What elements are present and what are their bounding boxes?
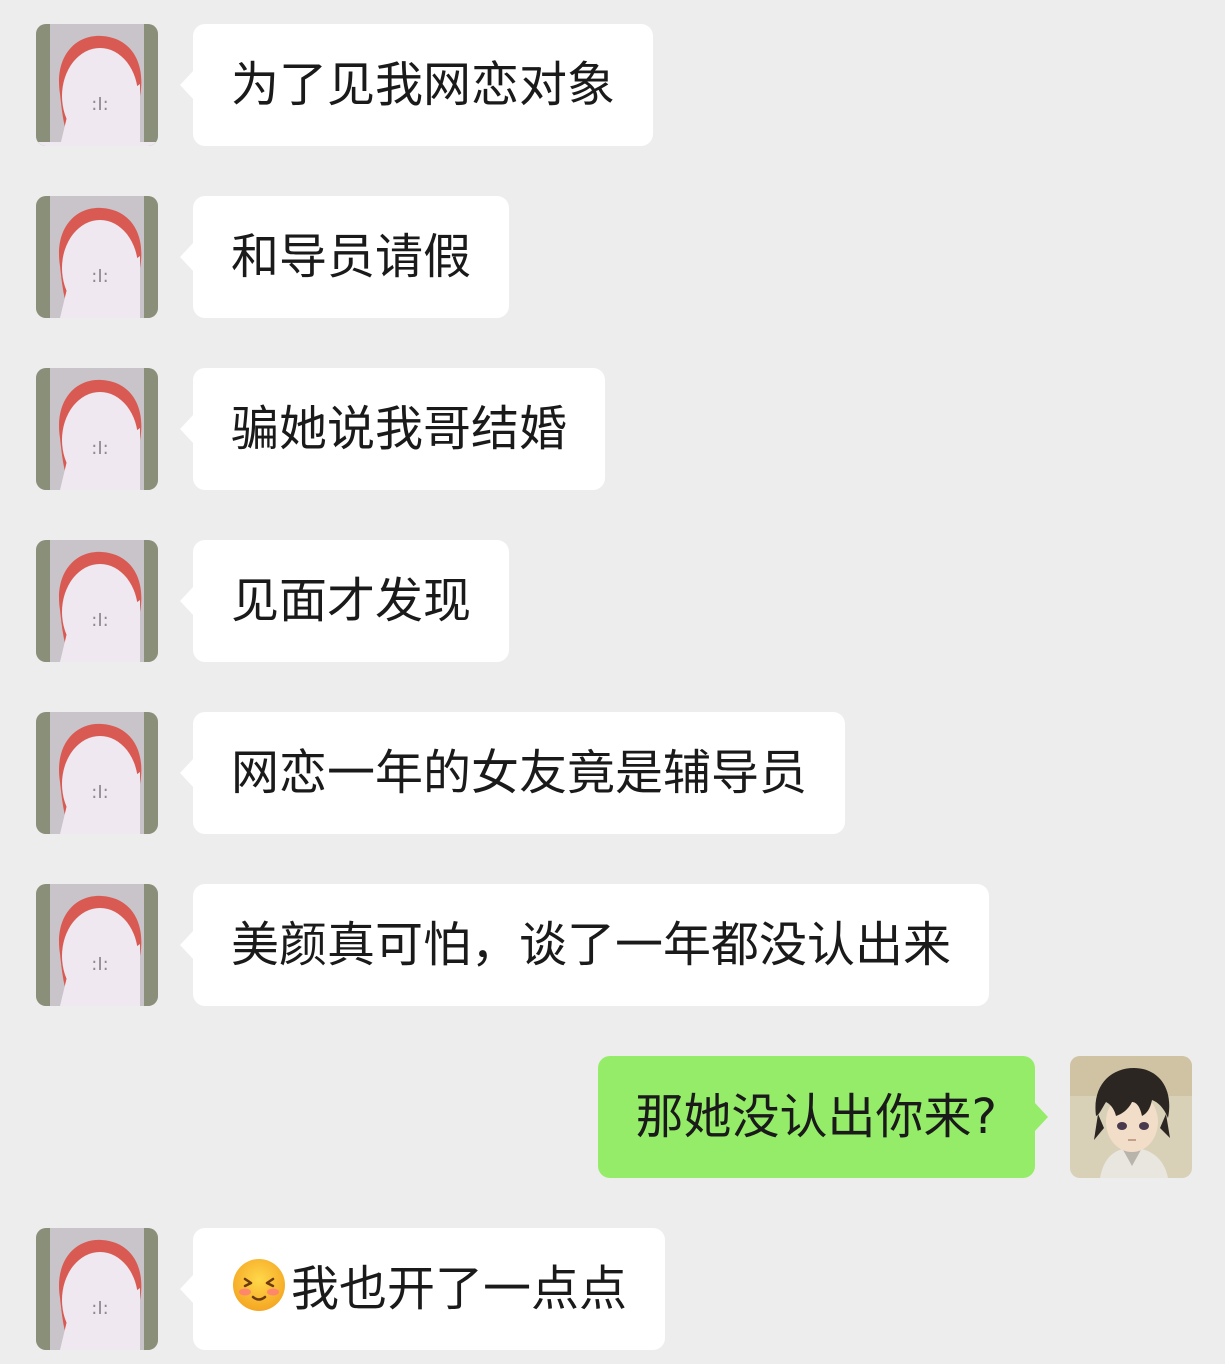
svg-text::I:: :I: (91, 1298, 108, 1319)
contact-avatar[interactable]: :I: (36, 884, 158, 1006)
message-bubble[interactable]: 见面才发现 (179, 540, 510, 662)
anime-boy-avatar-icon (1070, 1056, 1192, 1178)
svg-text::I:: :I: (91, 610, 108, 631)
svg-text::I:: :I: (91, 954, 108, 975)
message-bubble[interactable]: 骗她说我哥结婚 (179, 368, 606, 490)
svg-text::I:: :I: (91, 438, 108, 459)
contact-avatar[interactable]: :I: (36, 540, 158, 662)
message-bubble[interactable]: 美颜真可怕，谈了一年都没认出来 (179, 884, 990, 1006)
svg-text::I:: :I: (91, 266, 108, 287)
red-hood-avatar-icon: :I: (36, 196, 158, 318)
red-hood-avatar-icon: :I: (36, 884, 158, 1006)
shy-face-emoji-icon (233, 1259, 285, 1311)
message-row: 那她没认出你来? (0, 1056, 1225, 1178)
my-avatar[interactable] (1070, 1056, 1192, 1178)
contact-avatar[interactable]: :I: (36, 24, 158, 146)
contact-avatar[interactable]: :I: (36, 712, 158, 834)
red-hood-avatar-icon: :I: (36, 540, 158, 662)
message-row: :I: 网恋一年的女友竟是辅导员 (0, 712, 1225, 834)
message-row: :I: 见面才发现 (0, 540, 1225, 662)
chat-window: :I: 为了见我网恋对象 :I: 和导员请假:I: 骗她说我哥结婚:I: 见… (0, 0, 1225, 1364)
contact-avatar[interactable]: :I: (36, 196, 158, 318)
message-bubble[interactable]: 为了见我网恋对象 (179, 24, 654, 146)
contact-avatar[interactable]: :I: (36, 368, 158, 490)
message-bubble[interactable]: 我也开了一点点 (179, 1228, 666, 1350)
message-bubble[interactable]: 那她没认出你来? (597, 1056, 1049, 1178)
message-row: :I: 美颜真可怕，谈了一年都没认出来 (0, 884, 1225, 1006)
svg-text::I:: :I: (91, 94, 108, 115)
red-hood-avatar-icon: :I: (36, 1228, 158, 1350)
message-row: :I: 和导员请假 (0, 196, 1225, 318)
contact-avatar[interactable]: :I: (36, 1228, 158, 1350)
red-hood-avatar-icon: :I: (36, 368, 158, 490)
message-row: :I: 为了见我网恋对象 (0, 24, 1225, 146)
message-bubble[interactable]: 和导员请假 (179, 196, 510, 318)
svg-text::I:: :I: (91, 782, 108, 803)
red-hood-avatar-icon: :I: (36, 24, 158, 146)
message-row: :I: 骗她说我哥结婚 (0, 368, 1225, 490)
message-row: :I: 我也开了一点点 (0, 1228, 1225, 1350)
message-bubble[interactable]: 网恋一年的女友竟是辅导员 (179, 712, 846, 834)
message-text: 我也开了一点点 (291, 1261, 628, 1317)
red-hood-avatar-icon: :I: (36, 712, 158, 834)
